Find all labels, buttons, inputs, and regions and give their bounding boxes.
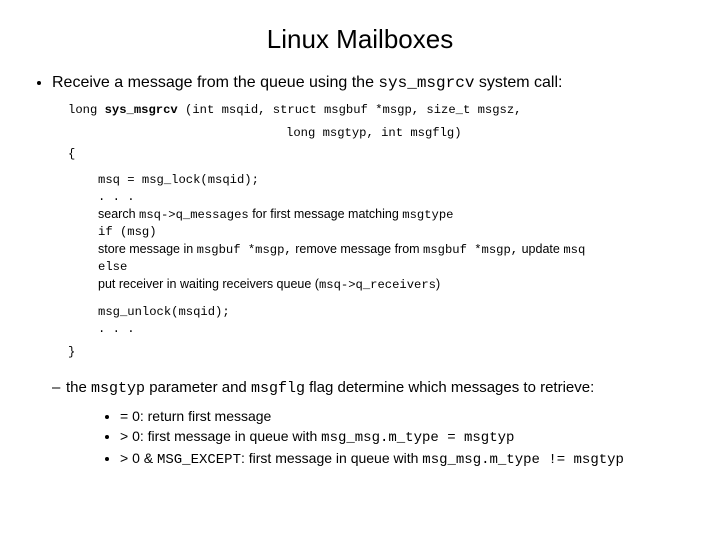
code-unlock: msg_unlock(msqid); <box>98 305 230 319</box>
brace-open: { <box>68 146 692 162</box>
top-bullets: Receive a message from the queue using t… <box>34 73 692 94</box>
code-qreceivers: msq->q_receivers <box>319 278 436 292</box>
sub-bullet: –the msgtyp parameter and msgflg flag de… <box>52 378 692 399</box>
sub-post: flag determine which messages to retriev… <box>305 379 594 396</box>
brace-close: } <box>68 344 692 360</box>
signature-line2: long msgtyp, int msgflg) <box>286 126 692 140</box>
sub-pre: the <box>66 379 91 396</box>
code-qmessages: msq->q_messages <box>139 208 249 222</box>
body-l4: if (msg) <box>98 223 692 240</box>
code-msgbuf2: msgbuf *msgp, <box>423 243 518 257</box>
bullet-receive: Receive a message from the queue using t… <box>52 73 692 94</box>
code-if: if (msg) <box>98 225 157 239</box>
inner3-code2: msg_msg.m_type != msgtyp <box>422 452 624 468</box>
inner-3: > 0 & MSG_EXCEPT: first message in queue… <box>120 448 692 470</box>
txt-update: update <box>518 242 563 256</box>
code-else: else <box>98 260 127 274</box>
body-l1: msq = msg_lock(msqid); <box>98 171 692 188</box>
signature-line1: long sys_msgrcv (int msqid, struct msgbu… <box>68 102 692 118</box>
spacer <box>98 293 692 303</box>
body-l7: put receiver in waiting receivers queue … <box>98 276 692 293</box>
dash: – <box>52 378 66 398</box>
sub-mid: parameter and <box>145 379 251 396</box>
inner3-mid: : first message in queue with <box>241 450 422 466</box>
slide: Linux Mailboxes Receive a message from t… <box>0 0 720 540</box>
code-lock: msq = msg_lock(msqid); <box>98 173 259 187</box>
sub-msgtyp: msgtyp <box>91 380 145 397</box>
sig-fn: sys_msgrcv <box>105 103 178 117</box>
body-l8: msg_unlock(msqid); <box>98 303 692 320</box>
inner-1: = 0: return first message <box>120 406 692 426</box>
inner2-pre: > 0: first message in queue with <box>120 428 321 444</box>
txt-put: put receiver in waiting receivers queue … <box>98 277 319 291</box>
code-msgbuf1: msgbuf *msgp, <box>197 243 292 257</box>
inner3-except: MSG_EXCEPT <box>157 452 241 468</box>
code-msgtype: msgtype <box>402 208 453 222</box>
txt-store: store message in <box>98 242 197 256</box>
body-l9: . . . <box>98 320 692 337</box>
body-l5: store message in msgbuf *msgp, remove me… <box>98 241 692 258</box>
body-l2: . . . <box>98 188 692 205</box>
sig-args1: (int msqid, struct msgbuf *msgp, size_t … <box>178 103 522 117</box>
txt-match: for first message matching <box>249 207 403 221</box>
inner-bullets: = 0: return first message > 0: first mes… <box>102 406 692 471</box>
txt-search: search <box>98 207 139 221</box>
inner3-pre: > 0 & <box>120 450 157 466</box>
bullet-text-post: system call: <box>474 74 562 91</box>
inner-2: > 0: first message in queue with msg_msg… <box>120 426 692 448</box>
code-dots1: . . . <box>98 190 135 204</box>
body-l6: else <box>98 258 692 275</box>
sig-long: long <box>68 103 105 117</box>
txt-remove: remove message from <box>292 242 423 256</box>
slide-title: Linux Mailboxes <box>28 24 692 55</box>
code-dots2: . . . <box>98 322 135 336</box>
code-msq: msq <box>563 243 585 257</box>
syscall-name: sys_msgrcv <box>378 74 474 92</box>
txt-close: ) <box>436 277 440 291</box>
inner2-code: msg_msg.m_type = msgtyp <box>321 430 514 446</box>
body-l3: search msq->q_messages for first message… <box>98 206 692 223</box>
bullet-text-pre: Receive a message from the queue using t… <box>52 74 378 91</box>
sub-msgflg: msgflg <box>251 380 305 397</box>
